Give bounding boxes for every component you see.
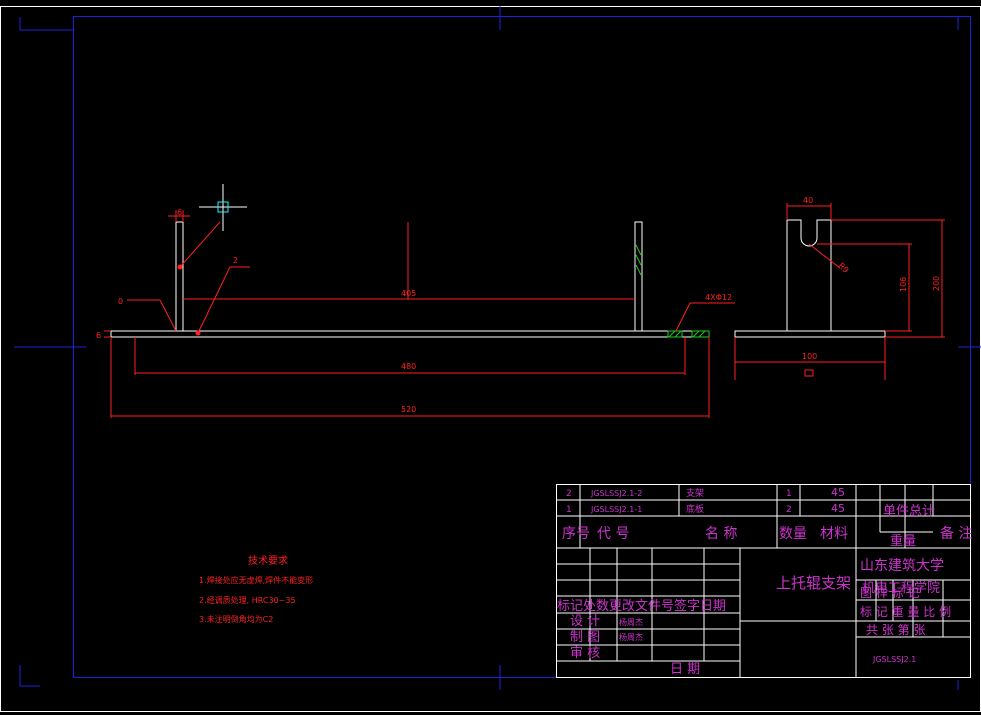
header-qty: 数量	[779, 526, 807, 542]
weld-label-0: 0	[118, 297, 123, 306]
drawing-number: JGSLSSJ2.1	[872, 655, 916, 664]
dim-480: 480	[401, 362, 416, 371]
bom-row2-no: 2	[566, 489, 572, 499]
tech-item-3: 3.未注明倒角均为C2	[199, 614, 273, 624]
dim-6-left: 6	[96, 331, 101, 340]
side-dimensions	[734, 203, 945, 380]
bom-row2-name: 支架	[686, 487, 704, 499]
dim-40: 40	[803, 196, 813, 205]
bom-row2-material: 45	[831, 486, 845, 499]
right-support	[634, 221, 643, 332]
cad-cursor	[199, 184, 247, 231]
sheet-count: 共 张 第 张	[866, 623, 925, 637]
header-name: 名 称	[705, 526, 737, 542]
dim-106: 106	[899, 277, 908, 292]
part-name: 上托辊支架	[776, 574, 851, 592]
header-weight-single: 单件	[883, 504, 909, 519]
dim-200: 200	[932, 276, 941, 291]
leader-label-2: 2	[233, 256, 238, 265]
dim-6-top: 6	[177, 208, 182, 217]
bom-row2-qty: 1	[786, 489, 792, 499]
leader-dot-1	[177, 264, 183, 270]
dim-100: 100	[802, 352, 817, 361]
left-support	[175, 221, 184, 332]
bom-row1-qty: 2	[786, 505, 792, 515]
side-dimension-text: 40 100 106 200 R9	[802, 196, 941, 361]
drafter-name: 杨周杰	[619, 632, 643, 642]
school-name: 山东建筑大学	[860, 558, 944, 574]
stage-mark: 图 样 标 记	[860, 585, 919, 600]
front-dimensions	[104, 210, 735, 418]
label-design: 设 计	[570, 614, 600, 629]
hole-label: 4XΦ12	[705, 293, 732, 302]
side-view: 40 100 106 200 R9	[734, 196, 945, 380]
title-block-text: 上托辊支架 山东建筑大学 机电工程学院 标记处数更改文件号签字日期 设 计 杨周…	[557, 558, 951, 677]
label-drafting: 制 图	[570, 630, 600, 645]
header-weight: 重量	[890, 533, 916, 549]
header-no: 序号	[562, 526, 590, 542]
tech-item-2: 2.经调质处理, HRC30~35	[199, 595, 296, 605]
side-base	[734, 330, 886, 338]
label-date: 日 期	[670, 662, 700, 677]
leader-dot-2	[195, 330, 201, 336]
front-view: 405 480 520 6 6 2 0 4XΦ12	[96, 184, 735, 418]
label-review: 审 核	[570, 646, 600, 661]
bom-row1-material: 45	[831, 502, 845, 515]
header-weight-total: 总计	[909, 504, 935, 519]
dim-520: 520	[401, 405, 416, 414]
dim-radius: R9	[837, 261, 851, 275]
bom-row1-code: JGSLSSJ2.1-1	[590, 505, 642, 514]
weld-hatch	[635, 244, 642, 276]
tech-title: 技术要求	[248, 554, 288, 567]
cad-drawing-sheet: 405 480 520 6 6 2 0 4XΦ12 40 100 106 200…	[0, 6, 981, 712]
front-dimension-text: 405 480 520 6 6 2 0 4XΦ12	[96, 208, 732, 414]
dim-405: 405	[401, 289, 416, 298]
hole-hatch	[667, 330, 710, 338]
designer-name: 杨周杰	[619, 617, 643, 627]
outer-border	[0, 6, 981, 712]
bom-row1-no: 1	[566, 505, 572, 515]
base-plate	[110, 330, 710, 338]
tech-item-1: 1.焊接处应无虚焊,焊件不能变形	[199, 575, 313, 585]
bom-row2-code: JGSLSSJ2.1-2	[590, 489, 642, 498]
tech-requirements: 技术要求 1.焊接处应无虚焊,焊件不能变形 2.经调质处理, HRC30~35 …	[199, 554, 313, 624]
header-material: 材料	[820, 526, 848, 542]
header-code: 代 号	[597, 526, 629, 542]
stage-row: 标 记 重 量 比 例	[860, 605, 951, 619]
bom-row1-name: 底板	[686, 503, 704, 515]
side-support	[786, 219, 832, 331]
header-note: 备 注	[940, 525, 972, 542]
revision-header: 标记处数更改文件号签字日期	[557, 598, 726, 614]
